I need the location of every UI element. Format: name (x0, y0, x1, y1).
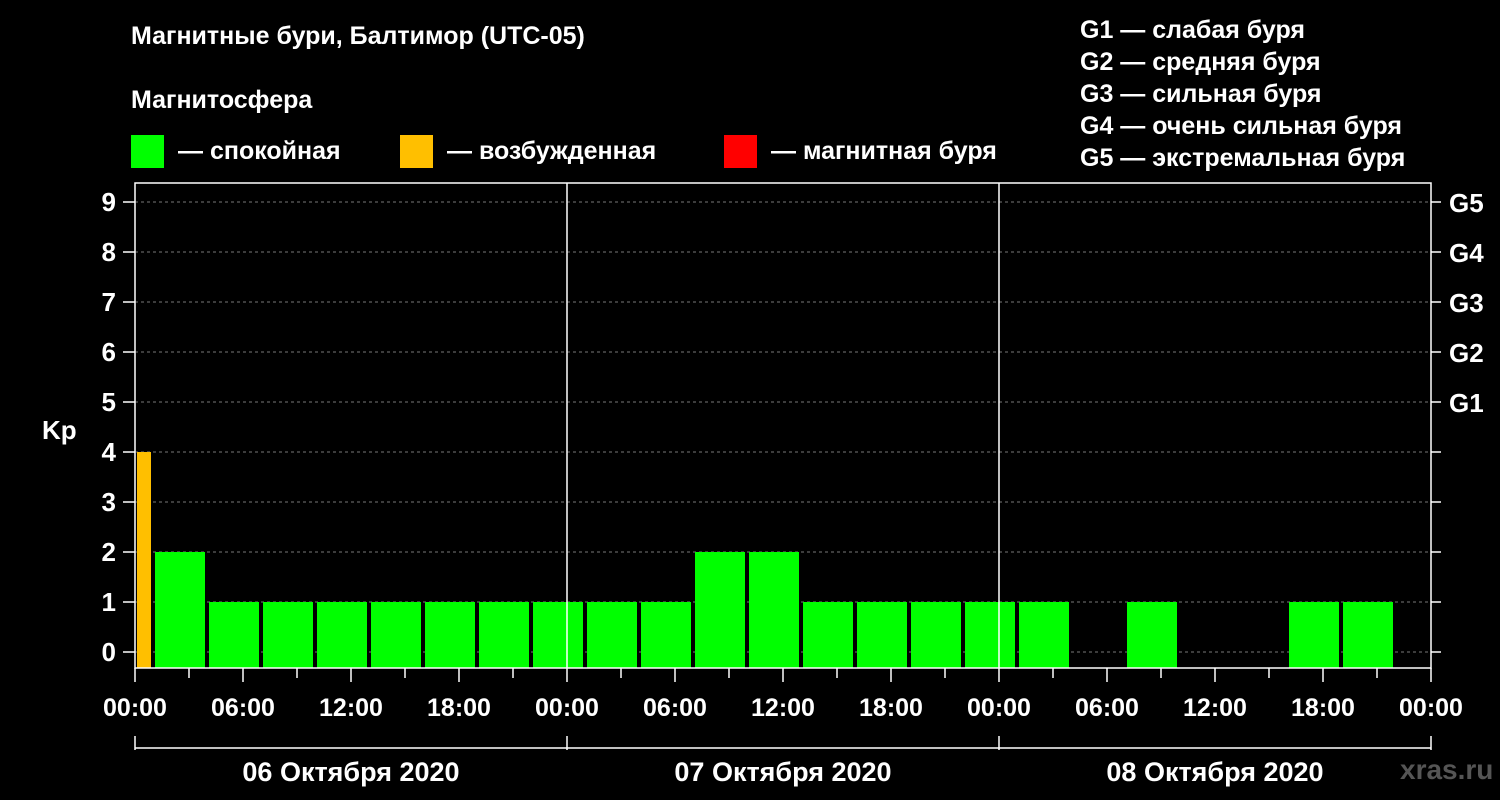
y-tick-label-1: 1 (102, 587, 116, 617)
kp-bar-11 (695, 552, 745, 668)
g-scale-label-G2: G2 (1449, 338, 1484, 368)
y-tick-label-2: 2 (102, 537, 116, 567)
kp-bar-9 (587, 602, 637, 668)
g-scale-label-G4: G4 (1449, 238, 1484, 268)
kp-bar-17 (1019, 602, 1069, 668)
x-tick-label-3: 18:00 (427, 694, 491, 722)
day-label-0: 06 Октября 2020 (242, 757, 459, 787)
kp-bar-23 (1343, 602, 1393, 668)
kp-bar-22 (1289, 602, 1339, 668)
x-tick-label-12: 00:00 (1399, 694, 1463, 722)
y-tick-label-6: 6 (102, 337, 116, 367)
kp-bar-2 (209, 602, 259, 668)
y-tick-label-8: 8 (102, 237, 116, 267)
kp-bar-19 (1127, 602, 1177, 668)
kp-bar-12 (749, 552, 799, 668)
kp-bar-13 (803, 602, 853, 668)
x-tick-label-4: 00:00 (535, 694, 599, 722)
x-tick-label-1: 06:00 (211, 694, 275, 722)
kp-bar-1 (155, 552, 205, 668)
y-tick-label-5: 5 (102, 387, 116, 417)
kp-bar-5 (371, 602, 421, 668)
day-label-1: 07 Октября 2020 (674, 757, 891, 787)
y-tick-label-4: 4 (102, 437, 117, 467)
watermark: xras.ru (1400, 754, 1494, 785)
y-tick-label-7: 7 (102, 287, 116, 317)
kp-bar-7 (479, 602, 529, 668)
kp-chart: 0 1 2 3 4 5 6 7 8 9 G1 G2 G3 G4 G5 Kp 00:00 06:00 12:00 18:… (42, 182, 1484, 787)
kp-bar-4 (317, 602, 367, 668)
kp-bar-0 (137, 452, 151, 668)
y-axis-label: Kp (42, 415, 77, 445)
x-tick-label-9: 06:00 (1075, 694, 1139, 722)
kp-bar-15 (911, 602, 961, 668)
y-tick-label-3: 3 (102, 487, 116, 517)
x-tick-label-10: 12:00 (1183, 694, 1247, 722)
x-tick-label-2: 12:00 (319, 694, 383, 722)
x-tick-label-8: 00:00 (967, 694, 1031, 722)
kp-bar-6 (425, 602, 475, 668)
y-tick-label-9: 9 (102, 187, 116, 217)
x-tick-label-6: 12:00 (751, 694, 815, 722)
g-scale-label-G3: G3 (1449, 288, 1484, 318)
kp-bar-16 (965, 602, 1015, 668)
g-scale-label-G5: G5 (1449, 188, 1484, 218)
kp-bar-14 (857, 602, 907, 668)
kp-bar-10 (641, 602, 691, 668)
kp-bar-3 (263, 602, 313, 668)
day-label-2: 08 Октября 2020 (1106, 757, 1323, 787)
x-tick-label-0: 00:00 (103, 694, 167, 722)
x-tick-label-5: 06:00 (643, 694, 707, 722)
x-tick-label-11: 18:00 (1291, 694, 1355, 722)
y-tick-label-0: 0 (102, 637, 116, 667)
x-tick-label-7: 18:00 (859, 694, 923, 722)
g-scale-label-G1: G1 (1449, 388, 1484, 418)
kp-bar-8 (533, 602, 583, 668)
